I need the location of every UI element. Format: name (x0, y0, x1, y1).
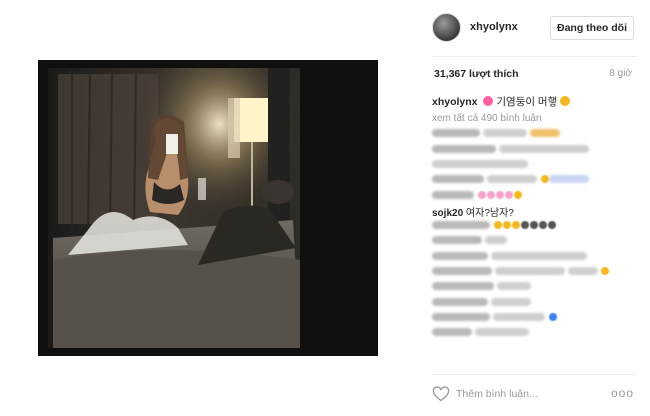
comment-row (432, 189, 642, 204)
comment-row (432, 327, 642, 342)
following-button[interactable]: Đang theo dõi (550, 16, 634, 40)
comment-row (432, 159, 642, 174)
comment-row: sojk20 여자?남자? (432, 204, 642, 219)
comment-row (432, 266, 642, 281)
post-photo[interactable] (38, 60, 378, 356)
footer-divider (432, 374, 638, 375)
caption: xhyolynx 기염둥이 머햏 (432, 94, 571, 109)
comment-row (432, 143, 642, 158)
photo-image (38, 60, 378, 356)
caption-username[interactable]: xhyolynx (432, 96, 478, 108)
comment-row (432, 128, 642, 143)
bow-emoji-icon (483, 96, 494, 106)
comment-row (432, 174, 642, 189)
add-comment-input[interactable] (456, 385, 606, 403)
avatar[interactable] (432, 13, 461, 42)
smile-emoji-icon (560, 96, 571, 106)
post-sidebar: xhyolynx Đang theo dõi 31,367 lượt thích… (420, 0, 650, 416)
likes-count[interactable]: 31,367 lượt thích (434, 68, 519, 80)
view-all-comments-link[interactable]: xem tất cả 490 bình luận (432, 113, 542, 124)
post-header: xhyolynx Đang theo dõi (420, 10, 650, 46)
more-options-button[interactable]: ooo (611, 387, 634, 399)
caption-text: 기염둥이 머햏 (496, 96, 558, 108)
username-link[interactable]: xhyolynx (470, 21, 518, 33)
comment-row (432, 296, 642, 311)
comment-row (432, 235, 642, 250)
comment-row (432, 312, 642, 327)
comment-text: 여자?남자? (465, 208, 514, 220)
comment-username[interactable]: sojk20 (432, 208, 463, 219)
comment-row (432, 281, 642, 296)
comments-list: sojk20 여자?남자? (432, 128, 642, 342)
comment-row (432, 250, 642, 265)
comment-row (432, 220, 642, 235)
post-footer: ooo (420, 378, 650, 412)
like-heart-icon[interactable] (432, 386, 450, 402)
header-divider (432, 56, 638, 57)
timestamp[interactable]: 8 giờ (609, 68, 632, 79)
